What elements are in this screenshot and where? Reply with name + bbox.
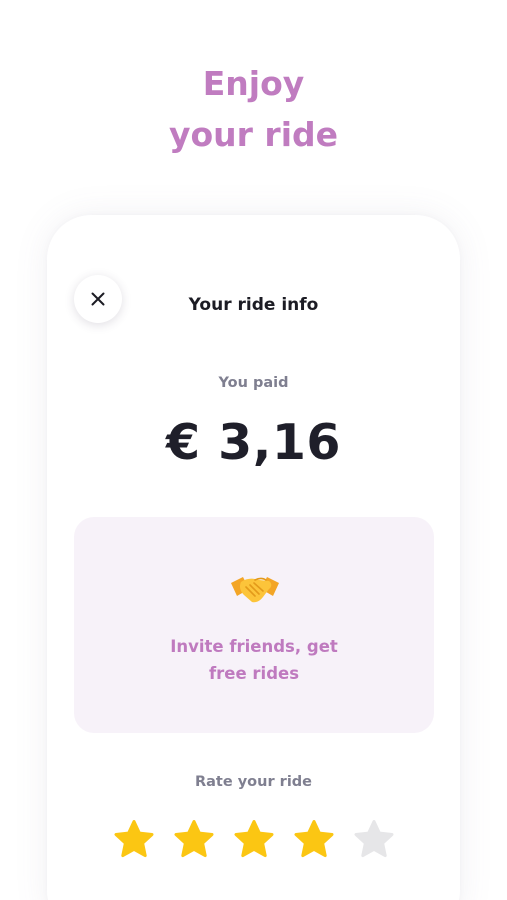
invite-text-line1: Invite friends, get (170, 637, 338, 656)
invite-text-line2: free rides (208, 664, 300, 683)
star-1-filled[interactable] (113, 819, 155, 861)
paid-amount: € 3,16 (165, 414, 342, 471)
star-icon (294, 820, 333, 858)
invite-friends-banner[interactable]: Invite friends, get free rides (74, 517, 434, 733)
star-icon (114, 820, 153, 858)
star-icon (174, 820, 213, 858)
ride-info-card: Your ride info You paid € 3,16 Invite fr… (47, 215, 460, 900)
paid-label: You paid (218, 375, 289, 391)
ride-summary-screen: Enjoy your ride Your ride info You paid … (0, 0, 507, 900)
handshake-icon (231, 577, 279, 603)
star-4-filled[interactable] (293, 819, 335, 861)
star-3-filled[interactable] (233, 819, 275, 861)
star-5-empty[interactable] (353, 819, 395, 861)
hero-title: Enjoy your ride (0, 58, 507, 160)
invite-text: Invite friends, get free rides (74, 633, 434, 687)
rate-label: Rate your ride (194, 774, 313, 790)
star-2-filled[interactable] (173, 819, 215, 861)
star-icon (234, 820, 273, 858)
hero-title-line2: your ride (168, 115, 339, 154)
star-icon (354, 820, 393, 858)
star-rating (47, 819, 460, 861)
card-title: Your ride info (188, 295, 319, 315)
hero-title-line1: Enjoy (202, 64, 305, 103)
